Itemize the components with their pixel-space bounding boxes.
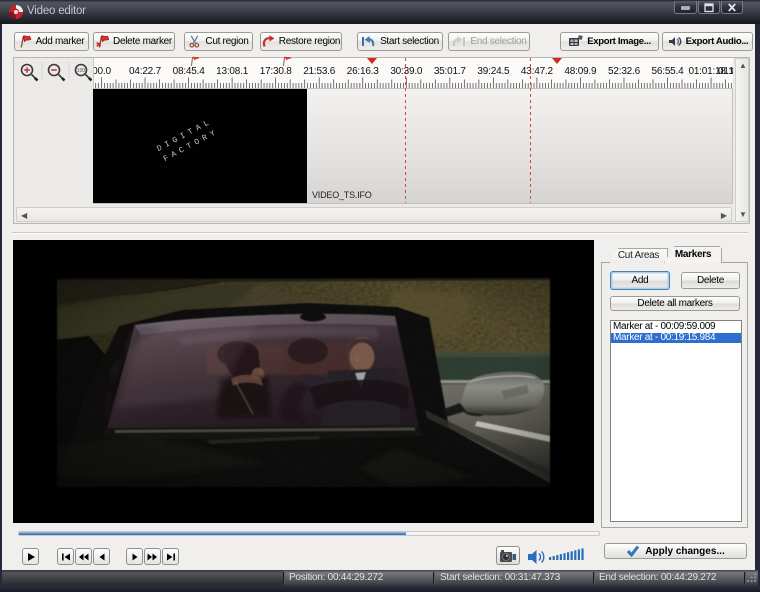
svg-text:100: 100	[77, 68, 86, 74]
